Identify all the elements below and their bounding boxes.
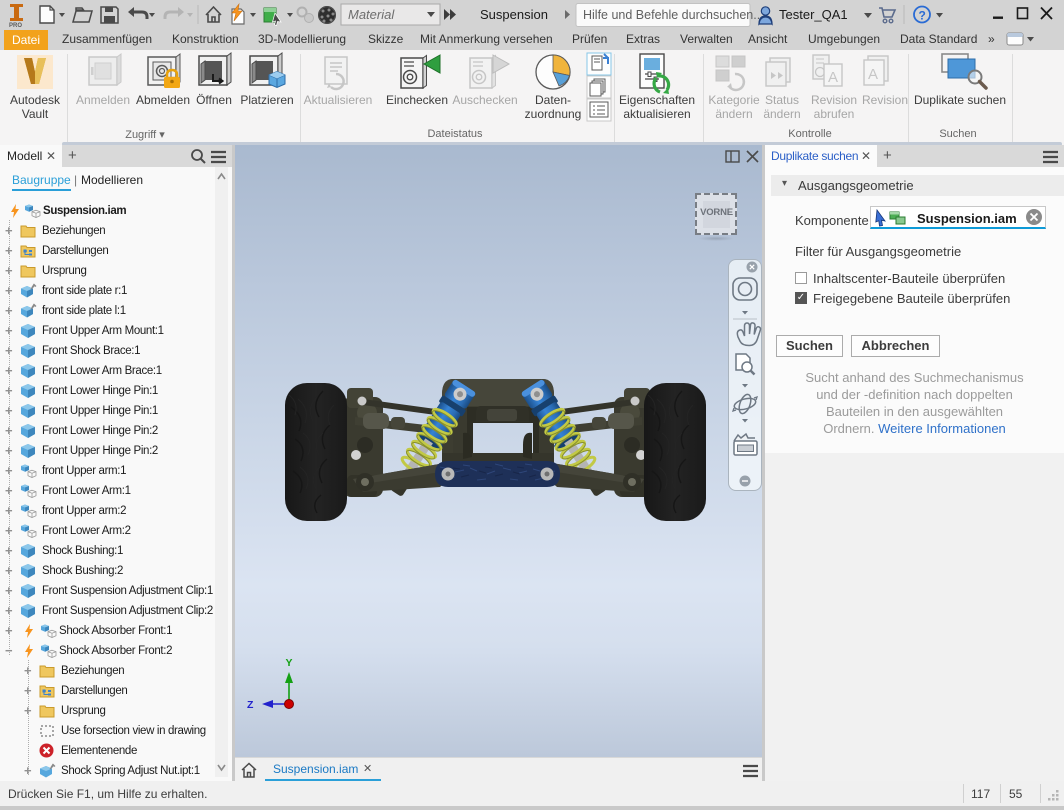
svg-text:Tester_QA1: Tester_QA1: [779, 7, 848, 22]
svg-text:A: A: [828, 69, 838, 86]
svg-text:Suspension: Suspension: [480, 7, 548, 22]
svg-text:Z: Z: [247, 699, 254, 711]
svg-text:A: A: [868, 66, 878, 83]
svg-text:Hilfe und Befehle durchsuchen.: Hilfe und Befehle durchsuchen..: [583, 8, 760, 22]
svg-text:Y: Y: [286, 657, 293, 669]
svg-text:?: ?: [919, 9, 926, 23]
svg-text:Material: Material: [348, 7, 395, 22]
